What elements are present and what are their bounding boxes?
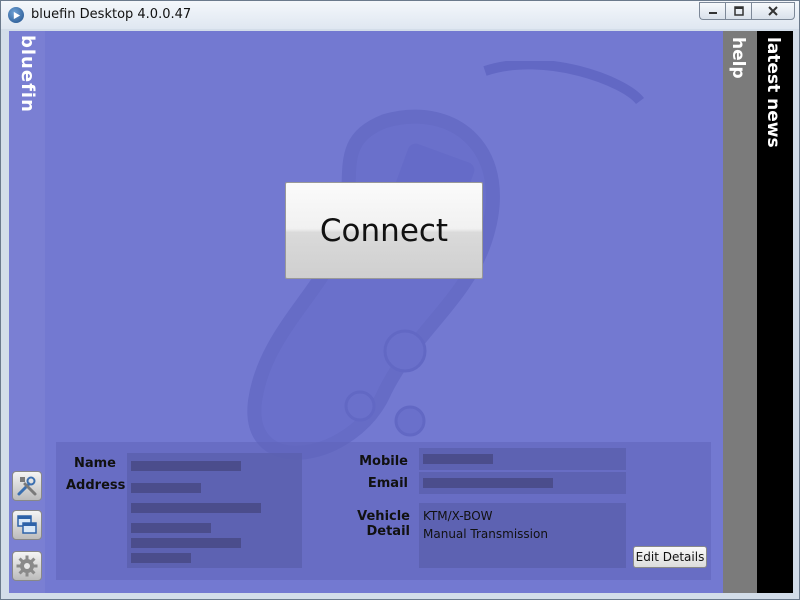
close-icon xyxy=(768,6,778,16)
minimize-icon xyxy=(708,12,717,14)
tools-button[interactable] xyxy=(12,471,42,501)
client-area: bluefin Connect Name Address Mobile Emai… xyxy=(9,31,793,593)
close-button[interactable] xyxy=(751,2,795,20)
user-details-panel: Name Address Mobile Email Vehicle Detail… xyxy=(56,442,711,580)
vehicle-field[interactable]: KTM/X-BOW Manual Transmission xyxy=(419,503,626,568)
windows-icon xyxy=(17,515,37,534)
connect-button[interactable]: Connect xyxy=(285,182,483,279)
settings-button[interactable] xyxy=(12,551,42,581)
redacted-text xyxy=(131,503,261,513)
gear-icon xyxy=(16,555,38,577)
main-panel: Connect Name Address Mobile Email Vehicl… xyxy=(45,31,723,593)
address-label: Address xyxy=(66,478,126,493)
app-window: bluefin Desktop 4.0.0.47 bluefin Connect… xyxy=(0,0,800,600)
redacted-text xyxy=(131,483,201,493)
redacted-text xyxy=(423,454,493,464)
redacted-text xyxy=(131,553,191,563)
redacted-text xyxy=(423,478,553,488)
edit-details-button[interactable]: Edit Details xyxy=(633,546,707,568)
mobile-field[interactable] xyxy=(419,448,626,470)
email-label: Email xyxy=(367,476,408,491)
vehicle-label: Vehicle Detail xyxy=(357,509,410,539)
minimize-button[interactable] xyxy=(699,2,725,20)
maximize-icon xyxy=(733,6,744,16)
tools-icon xyxy=(17,476,37,496)
window-controls xyxy=(699,2,795,20)
vehicle-model: KTM/X-BOW xyxy=(423,509,493,523)
redacted-text xyxy=(131,538,241,548)
windows-button[interactable] xyxy=(12,510,42,540)
window-title: bluefin Desktop 4.0.0.47 xyxy=(31,7,192,22)
left-sidebar: bluefin xyxy=(9,31,45,593)
help-tab[interactable]: help xyxy=(723,31,757,593)
help-tab-label: help xyxy=(728,37,748,79)
name-address-field[interactable] xyxy=(127,453,302,568)
mobile-label: Mobile xyxy=(359,454,408,469)
title-bar[interactable]: bluefin Desktop 4.0.0.47 xyxy=(1,1,799,29)
redacted-text xyxy=(131,461,241,471)
maximize-button[interactable] xyxy=(725,2,751,20)
name-label: Name xyxy=(73,456,116,471)
email-field[interactable] xyxy=(419,472,626,494)
redacted-text xyxy=(131,523,211,533)
vehicle-transmission: Manual Transmission xyxy=(423,527,548,541)
app-icon[interactable] xyxy=(8,7,24,23)
latest-news-tab[interactable]: latest news xyxy=(757,31,793,593)
brand-logo: bluefin xyxy=(17,35,38,113)
latest-news-tab-label: latest news xyxy=(763,37,783,148)
